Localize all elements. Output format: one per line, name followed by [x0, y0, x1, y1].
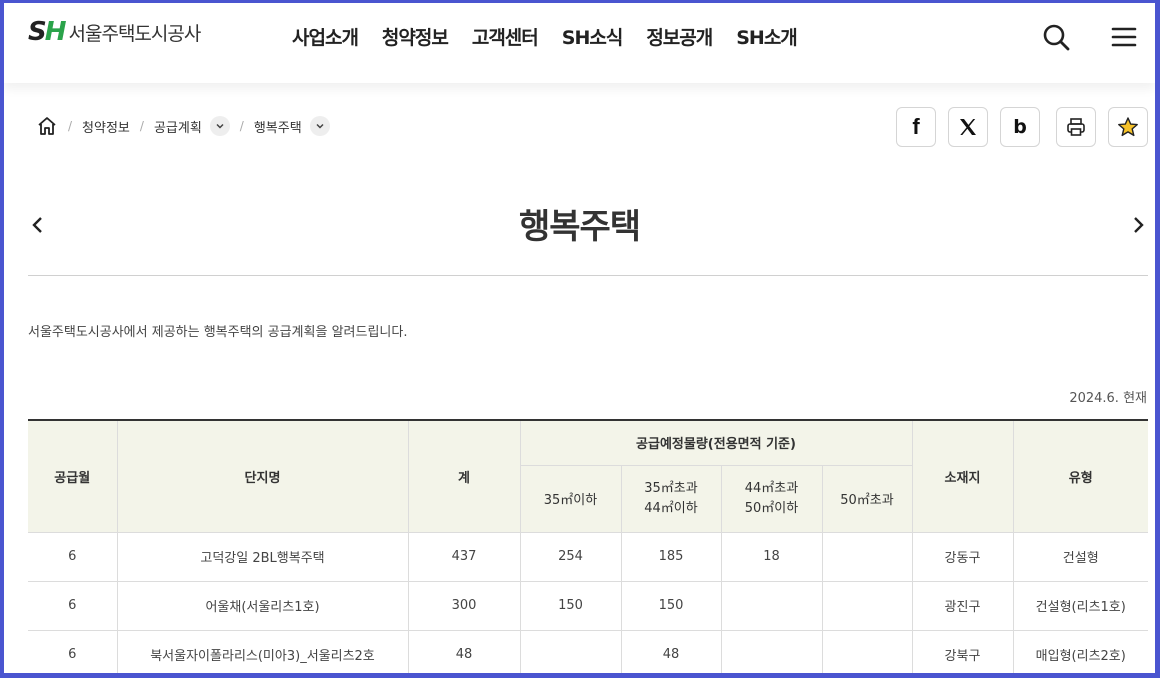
chevron-down-icon[interactable]	[209, 116, 230, 136]
logo-text: 서울주택도시공사	[68, 22, 202, 45]
header-35-44: 35㎡초과 44㎡이하	[620, 464, 722, 533]
breadcrumb: / 청약정보 / 공급계획 / 행복주택	[36, 115, 330, 137]
breadcrumb-item-happy-house[interactable]: 행복주택	[254, 117, 302, 136]
menu-icon[interactable]	[1110, 23, 1138, 51]
date-label: 2024.6. 현재	[1069, 391, 1147, 406]
cell-over-50	[821, 629, 913, 673]
print-button[interactable]	[1056, 107, 1096, 147]
cell-44-50	[720, 629, 823, 673]
favorite-button[interactable]	[1108, 107, 1148, 147]
blog-icon: b	[1013, 116, 1027, 138]
main-nav: 사업소개 청약정보 고객센터 SH소식 정보공개 SH소개	[292, 23, 821, 50]
cell-type: 건설형(리츠1호)	[1012, 580, 1148, 631]
cell-35-44: 48	[620, 629, 722, 673]
title-divider	[28, 275, 1148, 276]
supply-plan-table: 공급월 단지명 계 공급예정물량(전용면적 기준) 소재지 유형 35㎡이하 3…	[28, 419, 1148, 673]
facebook-share-button[interactable]: f	[896, 107, 936, 147]
chevron-down-icon[interactable]	[309, 116, 330, 136]
x-share-button[interactable]	[948, 107, 988, 147]
logo-mark: SH	[28, 17, 66, 47]
cell-35-44: 150	[620, 580, 722, 631]
nav-item-customer-center[interactable]: 고객센터	[472, 23, 539, 50]
header-location: 소재지	[911, 419, 1014, 533]
site-header: SH 서울주택도시공사 사업소개 청약정보 고객센터 SH소식 정보공개 SH소…	[4, 3, 1155, 83]
header-month: 공급월	[28, 419, 118, 533]
cell-complex-name: 고덕강일 2BL행복주택	[116, 531, 409, 582]
cell-location: 강북구	[911, 629, 1014, 673]
cell-under-35: 150	[519, 580, 622, 631]
page-title: 행복주택	[518, 207, 641, 247]
cell-total: 300	[407, 580, 521, 631]
header-44-50: 44㎡초과 50㎡이하	[720, 464, 823, 533]
breadcrumb-item-subscription[interactable]: 청약정보	[82, 117, 130, 136]
blog-share-button[interactable]: b	[1000, 107, 1040, 147]
table-row: 6 북서울자이폴라리스(미아3)_서울리츠2호 48 48 강북구 매입형(리츠…	[28, 629, 1148, 673]
print-icon	[1067, 118, 1085, 136]
browser-frame: SH 서울주택도시공사 사업소개 청약정보 고객센터 SH소식 정보공개 SH소…	[4, 3, 1155, 673]
nav-item-subscription[interactable]: 청약정보	[382, 23, 449, 50]
facebook-icon: f	[912, 114, 920, 139]
chevron-right-icon[interactable]	[1128, 213, 1148, 237]
home-icon[interactable]	[36, 115, 58, 137]
cell-location: 광진구	[911, 580, 1014, 631]
x-icon	[960, 119, 976, 135]
cell-complex-name: 어울채(서울리츠1호)	[116, 580, 409, 631]
cell-44-50	[720, 580, 823, 631]
cell-under-35	[519, 629, 622, 673]
breadcrumb-item-supply-plan[interactable]: 공급계획	[154, 117, 202, 136]
page-description: 서울주택도시공사에서 제공하는 행복주택의 공급계획을 알려드립니다.	[28, 325, 408, 340]
cell-35-44: 185	[620, 531, 722, 582]
cell-complex-name: 북서울자이폴라리스(미아3)_서울리츠2호	[116, 629, 409, 673]
cell-location: 강동구	[911, 531, 1014, 582]
cell-month: 6	[28, 580, 118, 631]
cell-total: 437	[407, 531, 521, 582]
cell-under-35: 254	[519, 531, 622, 582]
cell-month: 6	[28, 629, 118, 673]
cell-type: 건설형	[1012, 531, 1148, 582]
breadcrumb-separator: /	[239, 119, 244, 133]
header-supply-volume: 공급예정물량(전용면적 기준)	[519, 419, 913, 466]
nav-item-business[interactable]: 사업소개	[292, 23, 359, 50]
header-type: 유형	[1012, 419, 1148, 533]
nav-item-about-sh[interactable]: SH소개	[736, 23, 798, 50]
cell-over-50	[821, 531, 913, 582]
search-icon[interactable]	[1042, 23, 1070, 51]
header-under-35: 35㎡이하	[520, 464, 622, 533]
sh-logo[interactable]: SH 서울주택도시공사	[28, 16, 202, 48]
nav-item-disclosure[interactable]: 정보공개	[646, 23, 713, 50]
breadcrumb-separator: /	[68, 119, 73, 133]
cell-over-50	[821, 580, 913, 631]
cell-type: 매입형(리츠2호)	[1012, 629, 1148, 673]
star-icon	[1118, 117, 1138, 137]
cell-month: 6	[28, 531, 118, 582]
table-row: 6 어울채(서울리츠1호) 300 150 150 광진구 건설형(리츠1호)	[28, 580, 1148, 631]
table-row: 6 고덕강일 2BL행복주택 437 254 185 18 강동구 건설형	[28, 531, 1148, 582]
header-total: 계	[407, 419, 521, 533]
header-complex-name: 단지명	[116, 419, 409, 533]
header-over-50: 50㎡초과	[821, 464, 912, 533]
cell-44-50: 18	[720, 531, 823, 582]
cell-total: 48	[407, 629, 521, 673]
breadcrumb-separator: /	[139, 119, 144, 133]
nav-item-sh-news[interactable]: SH소식	[562, 23, 624, 50]
